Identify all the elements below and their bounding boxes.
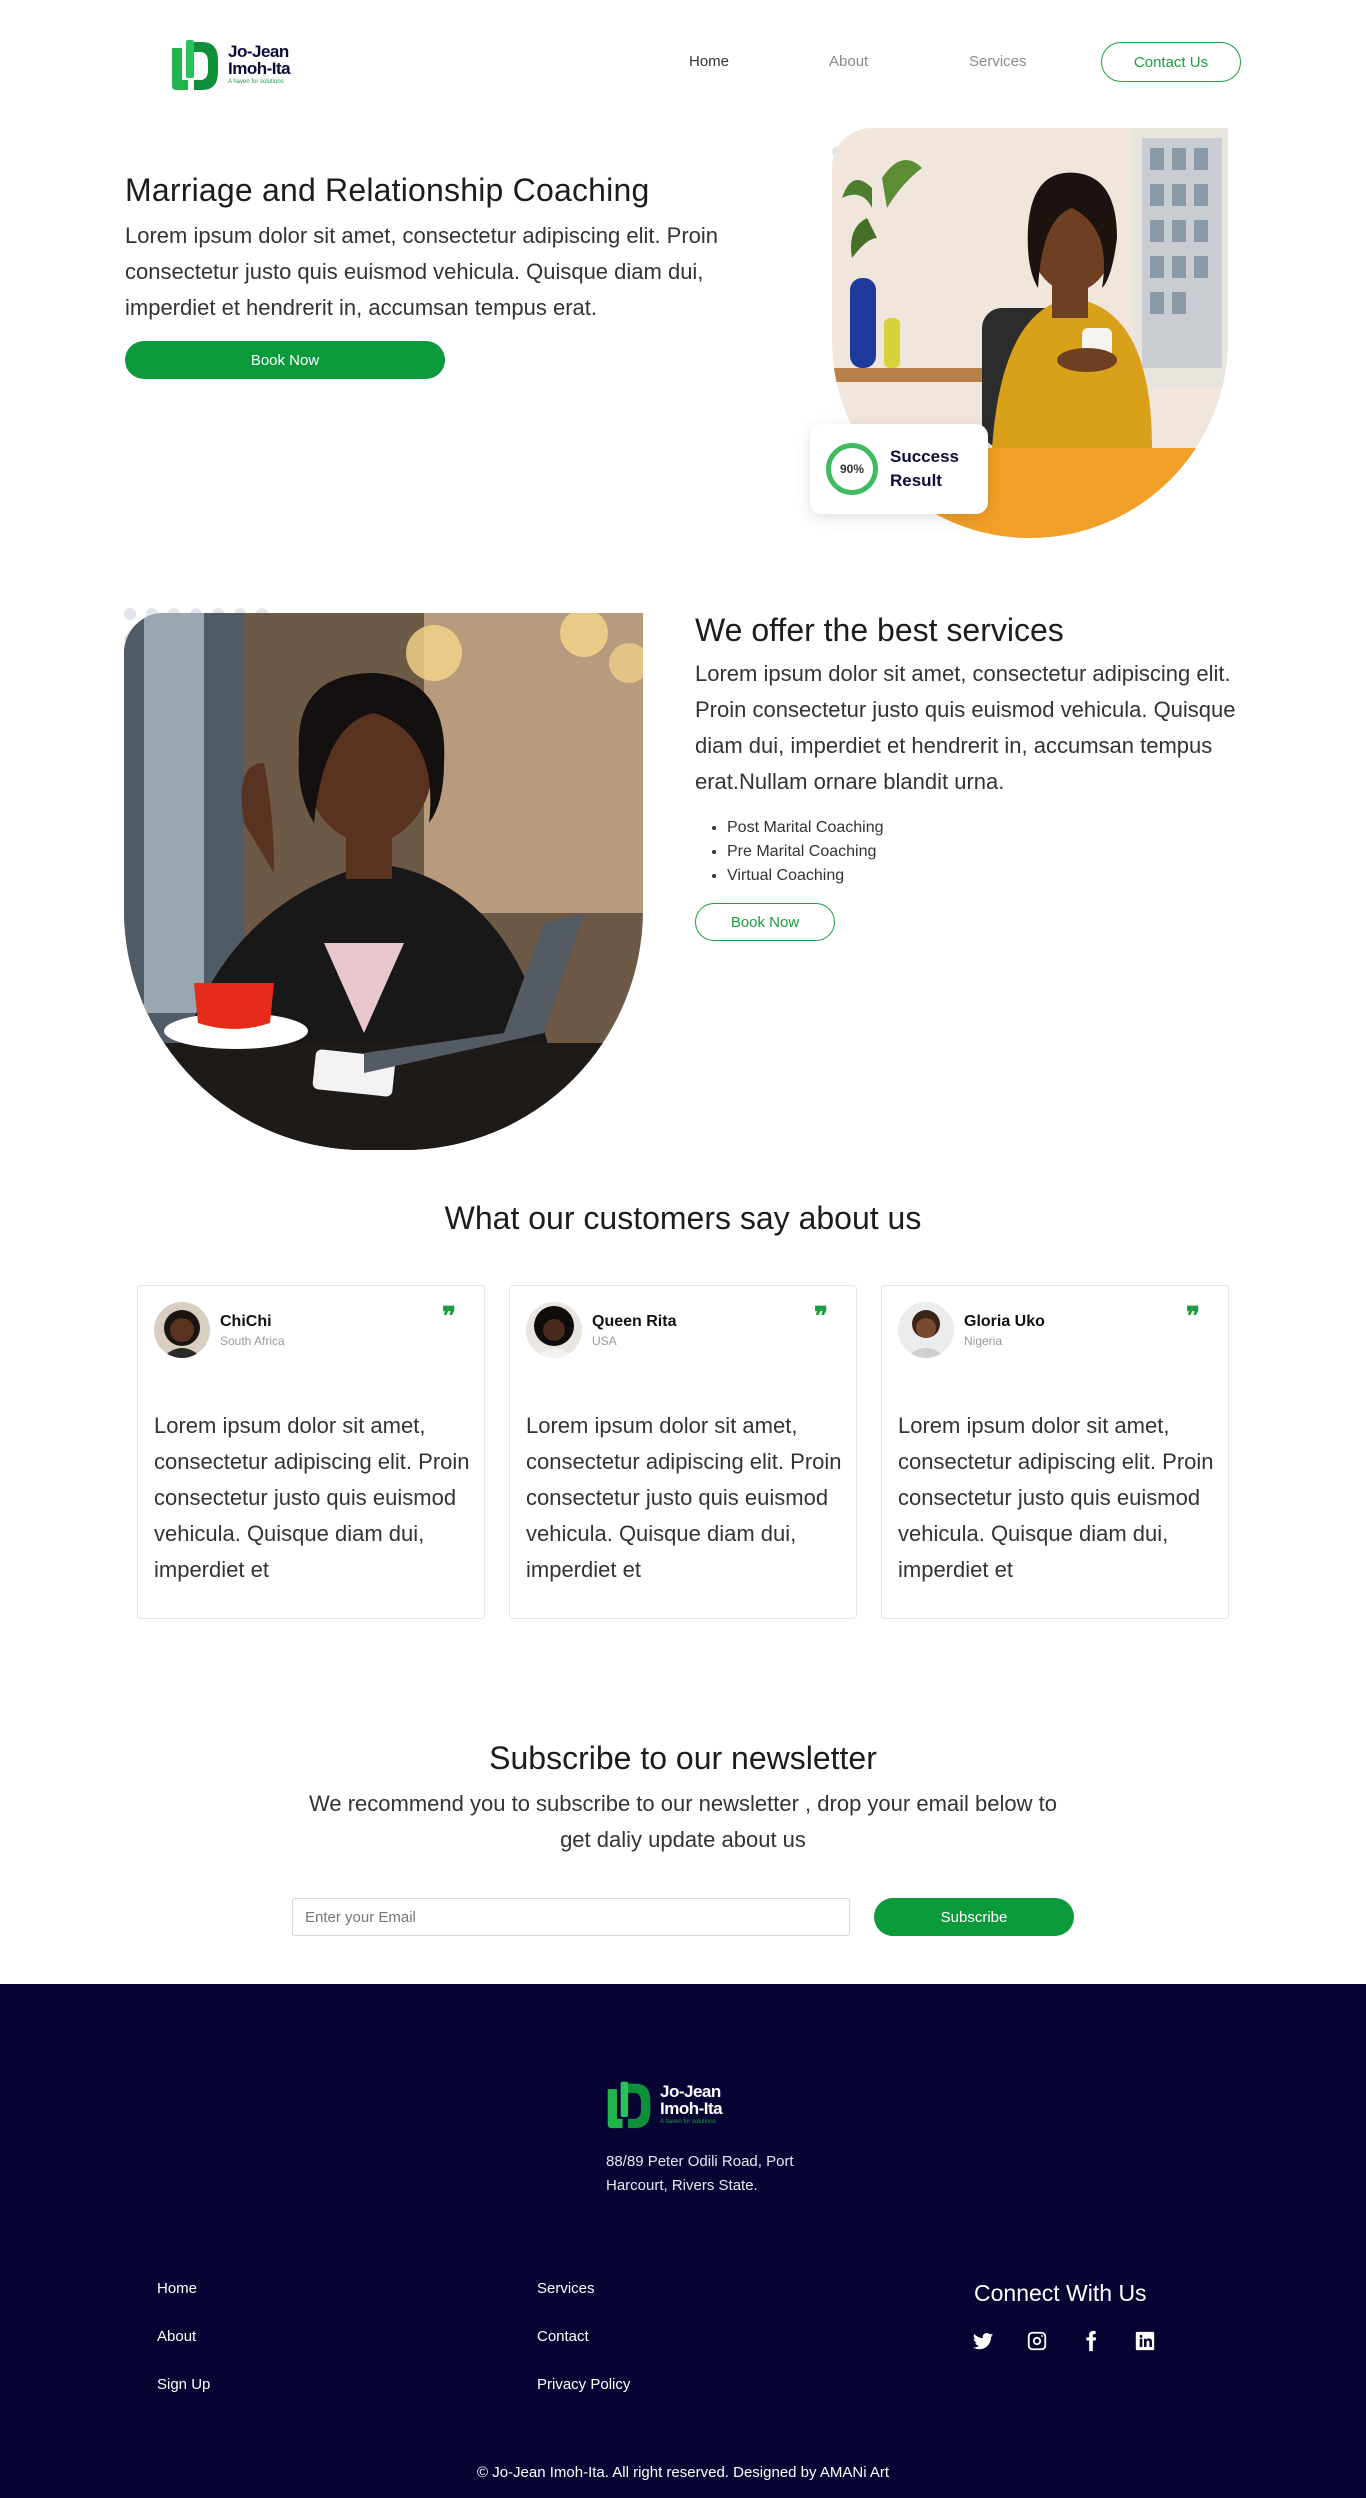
hero-book-now-button[interactable]: Book Now [125,341,445,379]
services-image [124,613,643,1150]
email-input[interactable] [292,1898,850,1936]
logo-name-line1: Jo-Jean [228,42,289,61]
logo-name-line2: Imoh-Ita [228,59,291,78]
customer-name: ChiChi [220,1312,272,1330]
instagram-icon[interactable] [1026,2330,1048,2357]
logo-tagline: A haven for solutions [228,79,284,85]
footer-link-privacy-policy[interactable]: Privacy Policy [537,2376,630,2393]
services-book-now-button[interactable]: Book Now [695,903,835,941]
services-text: Lorem ipsum dolor sit amet, consectetur … [695,661,1236,794]
testimonial-card: Gloria Uko Nigeria ❞ Lorem ipsum dolor s… [881,1285,1229,1619]
footer-logo-name-line2: Imoh-Ita [660,2099,723,2118]
subscribe-button[interactable]: Subscribe [874,1898,1074,1936]
quote-icon: ❞ [1186,1302,1200,1332]
customer-name: Queen Rita [592,1312,677,1330]
services-photo-illustration [124,613,643,1150]
logo-text: Jo-Jean Imoh-Ita A haven for solutions [228,42,291,85]
nav-services[interactable]: Services [969,53,1027,70]
avatar [526,1302,582,1358]
quote-icon: ❞ [442,1302,456,1332]
footer-logo-text: Jo-Jean Imoh-Ita A haven for solutions [660,2082,723,2125]
logo-mark-icon [607,2081,651,2129]
facebook-icon[interactable] [1080,2330,1102,2357]
customer-name: Gloria Uko [964,1312,1045,1330]
avatar [898,1302,954,1358]
connect-title: Connect With Us [974,2280,1147,2306]
testimonials-title: What our customers say about us [444,1200,922,1236]
footer-logo-name-line1: Jo-Jean [660,2082,721,2101]
copyright: © Jo-Jean Imoh-Ita. All right reserved. … [476,2464,890,2481]
footer-address: 88/89 Peter Odili Road, Port Harcourt, R… [606,2153,794,2194]
footer-link-home[interactable]: Home [157,2280,197,2297]
linkedin-icon[interactable] [1134,2330,1156,2357]
service-item-post-marital: Post Marital Coaching [727,816,1095,840]
success-percent: 90% [839,462,865,476]
customer-country: Nigeria [964,1333,1003,1348]
hero-title: Marriage and Relationship Coaching [125,172,650,208]
hero-text: Lorem ipsum dolor sit amet, consectetur … [125,223,719,320]
quote-icon: ❞ [814,1302,828,1332]
logo-mark-icon [172,40,218,90]
success-label: Success Result [890,447,959,490]
testimonial-card: ChiChi South Africa ❞ Lorem ipsum dolor … [137,1285,485,1619]
services-title: We offer the best services [695,612,1064,648]
newsletter-text: We recommend you to subscribe to our new… [309,1791,1057,1852]
footer-logo[interactable]: Jo-Jean Imoh-Ita A haven for solutions [604,2078,723,2130]
success-result-badge: 90% Success Result [810,424,988,514]
footer-link-sign-up[interactable]: Sign Up [157,2376,210,2393]
logo[interactable]: Jo-Jean Imoh-Ita A haven for solutions [168,36,291,92]
testimonial-text: Lorem ipsum dolor sit amet, consectetur … [898,1413,1214,1582]
service-item-pre-marital: Pre Marital Coaching [727,840,1095,864]
testimonial-text: Lorem ipsum dolor sit amet, consectetur … [154,1413,470,1582]
footer-link-about[interactable]: About [157,2328,196,2345]
social-links [972,2330,1156,2357]
success-progress-ring: 90% [826,443,878,495]
footer-link-contact[interactable]: Contact [537,2328,589,2345]
contact-us-button[interactable]: Contact Us [1101,42,1241,82]
customer-country: USA [592,1333,617,1348]
footer: Jo-Jean Imoh-Ita A haven for solutions 8… [0,1984,1366,2498]
testimonial-card: Queen Rita USA ❞ Lorem ipsum dolor sit a… [509,1285,857,1619]
footer-logo-tagline: A haven for solutions [660,2119,716,2125]
testimonial-text: Lorem ipsum dolor sit amet, consectetur … [526,1413,842,1582]
footer-link-services[interactable]: Services [537,2280,595,2297]
services-list: Post Marital Coaching Pre Marital Coachi… [695,816,1095,888]
service-item-virtual: Virtual Coaching [727,864,1095,888]
nav-about[interactable]: About [829,53,868,70]
nav-home[interactable]: Home [689,53,729,70]
avatar [154,1302,210,1358]
newsletter-title: Subscribe to our newsletter [489,1740,877,1776]
twitter-icon[interactable] [972,2330,994,2357]
customer-country: South Africa [220,1333,285,1348]
